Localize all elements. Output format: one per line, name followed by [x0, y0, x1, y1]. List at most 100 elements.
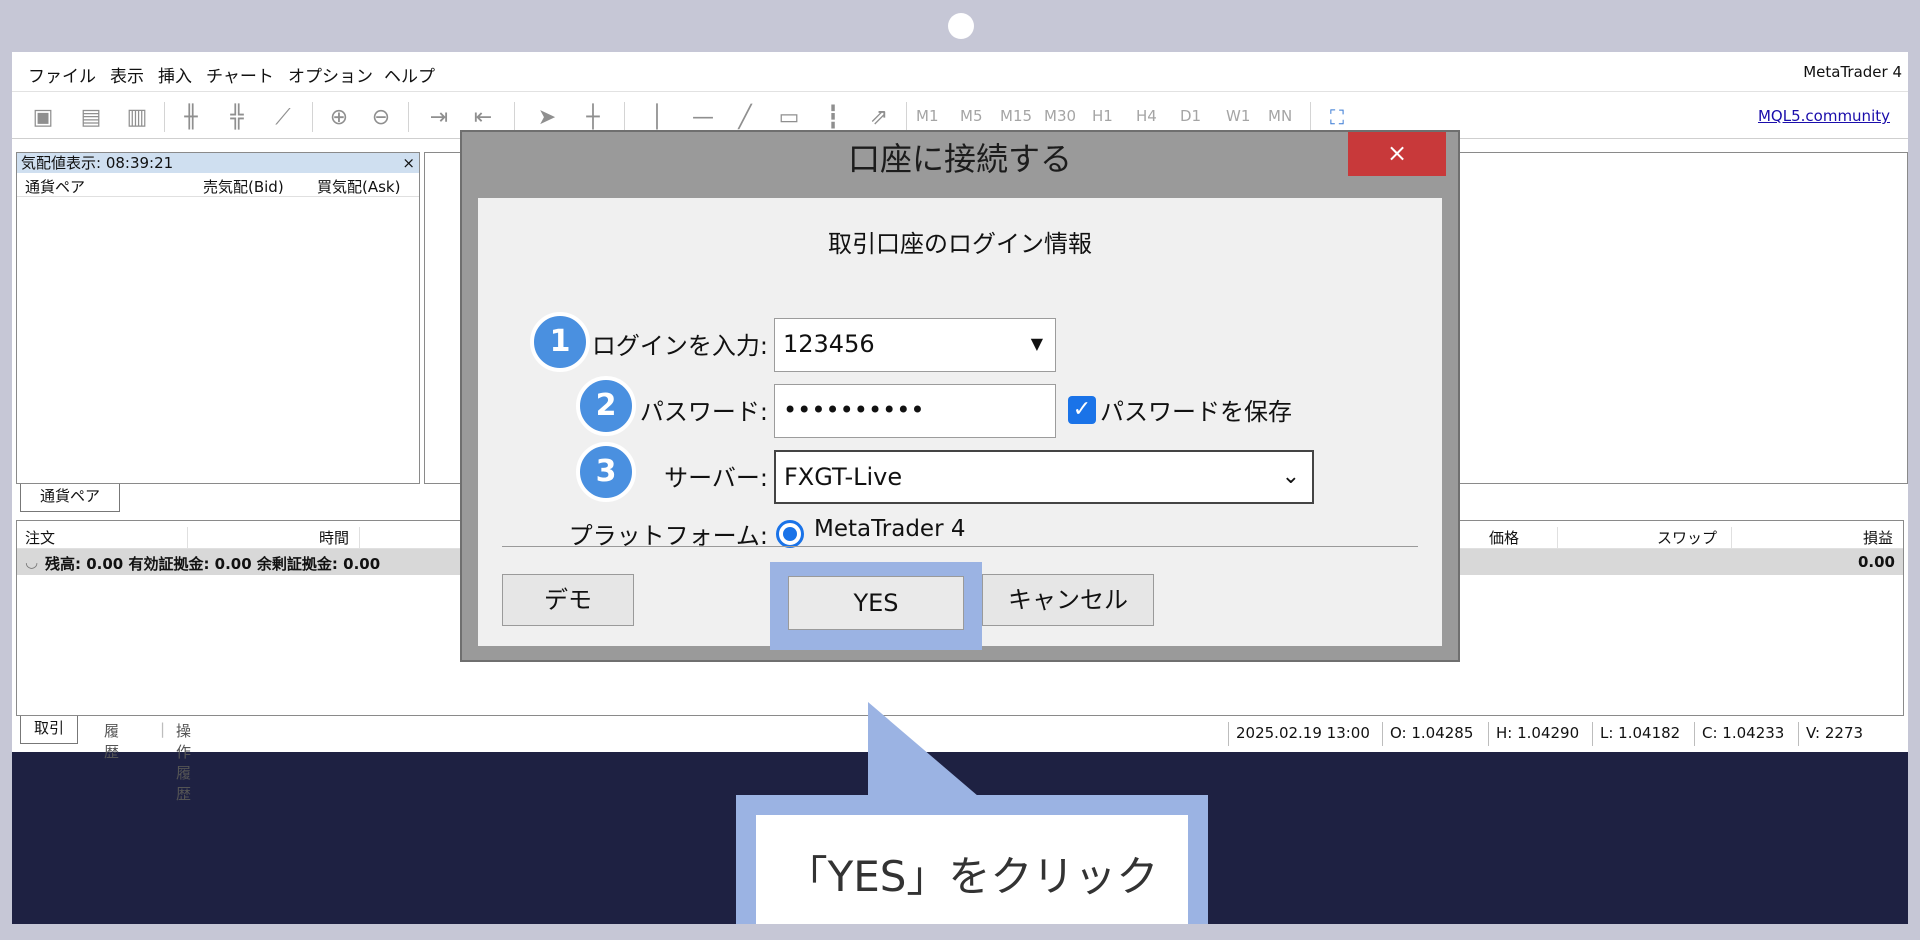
chevron-down-icon[interactable]: ⌄ [1282, 452, 1300, 502]
dialog-heading: 取引口座のログイン情報 [828, 230, 1092, 258]
fullscreen-icon[interactable]: ⛶ [1322, 103, 1352, 131]
zoom-in-icon[interactable]: ⊕ [324, 103, 354, 131]
column-swap[interactable]: スワップ [1657, 527, 1717, 548]
line-chart-icon[interactable]: ⟋ [268, 103, 298, 131]
timeframe-mn[interactable]: MN [1268, 107, 1292, 125]
menu-chart[interactable]: チャート [206, 62, 274, 87]
trendline-icon[interactable]: ╱ [730, 103, 760, 131]
menu-help[interactable]: ヘルプ [384, 62, 435, 87]
save-password-checkbox[interactable]: ✓ [1068, 396, 1096, 424]
timeframe-m30[interactable]: M30 [1044, 107, 1076, 125]
market-watch-panel: 気配値表示: 08:39:21 × 通貨ペア 売気配(Bid) 買気配(Ask) [16, 152, 420, 484]
toolbar-separator [1310, 102, 1311, 132]
password-label: パスワード: [639, 398, 768, 426]
platform-value[interactable]: MetaTrader 4 [814, 516, 965, 542]
menu-insert[interactable]: 挿入 [158, 62, 192, 87]
menu-file[interactable]: ファイル [28, 62, 96, 87]
timeframe-m15[interactable]: M15 [1000, 107, 1032, 125]
timeframe-h1[interactable]: H1 [1092, 107, 1113, 125]
yes-button[interactable]: YES [788, 576, 964, 630]
menu-bar: ファイル 表示 挿入 チャート オプション ヘルプ MetaTrader 4 [12, 52, 1908, 92]
platform-radio[interactable] [776, 520, 804, 548]
dialog-title: 口座に接続する [847, 140, 1072, 178]
callout-text: 「YES」をクリック [756, 815, 1188, 924]
toolbar-separator [408, 102, 409, 132]
status-high: H: 1.04290 [1496, 724, 1580, 742]
column-ask[interactable]: 買気配(Ask) [317, 176, 400, 197]
instruction-callout: 「YES」をクリック [736, 795, 1208, 924]
dialog-divider [502, 546, 1418, 547]
menu-view[interactable]: 表示 [110, 62, 144, 87]
login-value: 123456 [783, 330, 875, 358]
screen: ファイル 表示 挿入 チャート オプション ヘルプ MetaTrader 4 ▣… [12, 52, 1908, 924]
fibonacci-icon[interactable]: ┇ [818, 103, 848, 131]
column-time[interactable]: 時間 [319, 527, 349, 548]
demo-button[interactable]: デモ [502, 574, 634, 626]
app-name: MetaTrader 4 [1803, 63, 1902, 81]
step-badge-1: 1 [530, 312, 590, 372]
templates-icon[interactable]: ▥ [122, 103, 152, 131]
toolbar-separator [164, 102, 165, 132]
column-order[interactable]: 注文 [25, 527, 55, 548]
toolbar-separator [312, 102, 313, 132]
status-separator [1694, 722, 1695, 746]
vertical-line-icon[interactable]: │ [642, 103, 672, 131]
dialog-body: 取引口座のログイン情報 1 ログインを入力: 123456 ▼ 2 パスワード:… [478, 198, 1442, 650]
step-badge-3: 3 [576, 442, 636, 502]
server-select[interactable]: FXGT-Live ⌄ [774, 450, 1314, 504]
chevron-down-icon[interactable]: ▼ [1031, 319, 1043, 369]
timeframe-w1[interactable]: W1 [1226, 107, 1250, 125]
camera-dot [948, 13, 974, 39]
status-open: O: 1.04285 [1390, 724, 1474, 742]
save-password-label[interactable]: パスワードを保存 [1100, 392, 1292, 427]
password-field[interactable]: •••••••••• [774, 384, 1056, 438]
menu-options[interactable]: オプション [288, 62, 373, 87]
status-separator [1592, 722, 1593, 746]
status-separator [1382, 722, 1383, 746]
autoscroll-icon[interactable]: ⇥ [424, 103, 454, 131]
mql5-community-link[interactable]: MQL5.community [1758, 107, 1890, 125]
arrows-icon[interactable]: ⇗ [864, 103, 894, 131]
bar-chart-icon[interactable]: ╫ [176, 103, 206, 131]
timeframe-m1[interactable]: M1 [916, 107, 939, 125]
status-separator [1228, 722, 1229, 746]
toolbar-separator [514, 102, 515, 132]
chart-shift-icon[interactable]: ⇤ [468, 103, 498, 131]
login-combobox[interactable]: 123456 ▼ [774, 318, 1056, 372]
cursor-icon[interactable]: ➤ [532, 103, 562, 131]
collapse-icon[interactable]: ◡ [25, 553, 38, 571]
status-separator [1488, 722, 1489, 746]
new-profile-icon[interactable]: ▤ [76, 103, 106, 131]
callout-pointer [868, 702, 978, 796]
password-value: •••••••••• [783, 396, 925, 424]
login-dialog: 口座に接続する × 取引口座のログイン情報 1 ログインを入力: 123456 … [460, 130, 1460, 662]
column-symbol[interactable]: 通貨ペア [25, 176, 85, 197]
zoom-out-icon[interactable]: ⊖ [366, 103, 396, 131]
profit-value: 0.00 [1857, 553, 1895, 571]
toolbar-separator [906, 102, 907, 132]
status-low: L: 1.04182 [1600, 724, 1681, 742]
candlestick-icon[interactable]: ╬ [222, 103, 252, 131]
new-chart-icon[interactable]: ▣ [28, 103, 58, 131]
text-label-icon[interactable]: ▭ [774, 103, 804, 131]
column-profit[interactable]: 損益 [1863, 527, 1893, 548]
column-price[interactable]: 価格 [1489, 527, 1519, 548]
status-close: C: 1.04233 [1702, 724, 1785, 742]
horizontal-line-icon[interactable]: — [688, 103, 718, 131]
status-separator [1798, 722, 1799, 746]
step-badge-2: 2 [576, 376, 636, 436]
column-bid[interactable]: 売気配(Bid) [203, 176, 284, 197]
timeframe-h4[interactable]: H4 [1136, 107, 1157, 125]
crosshair-icon[interactable]: ┼ [578, 103, 608, 131]
toolbar-separator [624, 102, 625, 132]
tab-symbols[interactable]: 通貨ペア [20, 484, 120, 512]
login-label: ログインを入力: [591, 332, 768, 360]
server-label: サーバー: [664, 464, 768, 492]
status-volume: V: 2273 [1806, 724, 1864, 742]
timeframe-m5[interactable]: M5 [960, 107, 983, 125]
cancel-button[interactable]: キャンセル [982, 574, 1154, 626]
dialog-close-button[interactable]: × [1348, 132, 1446, 176]
timeframe-d1[interactable]: D1 [1180, 107, 1201, 125]
market-watch-title: 気配値表示: 08:39:21 [17, 153, 419, 173]
close-icon[interactable]: × [402, 153, 415, 173]
